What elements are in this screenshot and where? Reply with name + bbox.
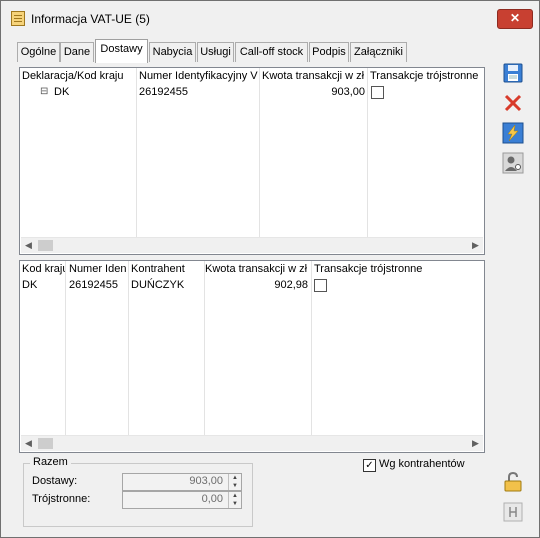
scroll-right-icon[interactable]: ▶ (468, 238, 483, 253)
delete-button[interactable] (500, 92, 526, 114)
row-nip: 26192455 (69, 279, 118, 291)
row-triangular-checkbox[interactable] (371, 86, 384, 99)
column-header-deklaracja[interactable]: Deklaracja/Kod kraju (22, 68, 136, 84)
tab-dane[interactable]: Dane (60, 42, 94, 62)
row-country-code: DK (54, 86, 70, 98)
floppy-disk-icon (503, 63, 523, 83)
red-x-icon (504, 94, 522, 112)
column-header-numer[interactable]: Numer Identyfikacyjny V (139, 68, 259, 84)
save-button[interactable] (500, 62, 526, 84)
dostawy-field[interactable]: 903,00 ▲ ▼ (122, 473, 242, 491)
column-header-numer[interactable]: Numer Iden (69, 261, 128, 277)
document-icon (11, 11, 25, 26)
contractor-grid[interactable]: Kod kraju Numer Iden Kontrahent Kwota tr… (19, 260, 485, 453)
tab-uslugi[interactable]: Usługi (197, 42, 234, 62)
row-amount: 903,00 (331, 86, 365, 98)
unlock-button[interactable] (500, 471, 526, 493)
scroll-thumb[interactable] (38, 438, 53, 449)
column-header-trojstronne[interactable]: Transakcje trójstronne (314, 261, 482, 277)
padlock-icon (504, 471, 522, 492)
collapse-icon[interactable]: ⊟ (40, 85, 48, 99)
user-gear-icon (502, 152, 524, 174)
vat-ue-window: Informacja VAT-UE (5) ✕ Ogólne Dane Dost… (0, 0, 540, 538)
declaration-grid[interactable]: Deklaracja/Kod kraju Numer Identyfikacyj… (19, 67, 485, 255)
dostawy-value: 903,00 (189, 475, 223, 487)
row-contractor: DUŃCZYK (131, 279, 185, 291)
bracket-icon (503, 502, 523, 522)
close-button[interactable]: ✕ (497, 9, 533, 29)
tab-nabycia[interactable]: Nabycia (149, 42, 196, 62)
column-header-kontrahent[interactable]: Kontrahent (131, 261, 204, 277)
column-header-kwota[interactable]: Kwota transakcji w zł (205, 261, 311, 277)
title-bar: Informacja VAT-UE (5) ✕ (1, 1, 539, 31)
trojstronne-value: 0,00 (201, 493, 223, 505)
tab-zalaczniki[interactable]: Załączniki (350, 42, 407, 62)
trojstronne-label: Trójstronne: (32, 493, 91, 505)
checkmark-icon[interactable]: ✓ (363, 459, 376, 472)
row-nip: 26192455 (139, 86, 188, 98)
spin-arrows-icon[interactable]: ▲ ▼ (228, 474, 241, 490)
scroll-left-icon[interactable]: ◀ (21, 238, 36, 253)
column-header-kwota[interactable]: Kwota transakcji w zł (262, 68, 367, 84)
scroll-thumb[interactable] (38, 240, 53, 251)
summary-group: Razem Dostawy: 903,00 ▲ ▼ Trójstronne: 0,… (23, 456, 253, 527)
user-settings-button[interactable] (500, 152, 526, 174)
tab-call-off-stock[interactable]: Call-off stock (235, 42, 308, 62)
horizontal-scrollbar[interactable]: ◀ ▶ (21, 237, 483, 253)
spin-arrows-icon[interactable]: ▲ ▼ (228, 492, 241, 508)
row-country-code: DK (22, 279, 38, 291)
row-amount: 902,98 (274, 279, 308, 291)
lightning-icon (502, 122, 524, 144)
scroll-right-icon[interactable]: ▶ (468, 436, 483, 451)
trojstronne-field[interactable]: 0,00 ▲ ▼ (122, 491, 242, 509)
chart-button[interactable] (500, 501, 526, 523)
tab-dostawy[interactable]: Dostawy (95, 39, 148, 63)
column-header-trojstronne[interactable]: Transakcje trójstronne (370, 68, 483, 84)
dostawy-label: Dostawy: (32, 475, 78, 487)
generate-button[interactable] (500, 122, 526, 144)
horizontal-scrollbar[interactable]: ◀ ▶ (21, 435, 483, 451)
window-title: Informacja VAT-UE (5) (31, 12, 150, 26)
wg-kontrahentow-label: Wg kontrahentów (379, 458, 465, 470)
tab-podpis[interactable]: Podpis (309, 42, 349, 62)
scroll-left-icon[interactable]: ◀ (21, 436, 36, 451)
row-triangular-checkbox[interactable] (314, 279, 327, 292)
tab-ogolne[interactable]: Ogólne (17, 42, 60, 62)
column-header-kod-kraju[interactable]: Kod kraju (22, 261, 65, 277)
summary-title: Razem (30, 456, 71, 468)
